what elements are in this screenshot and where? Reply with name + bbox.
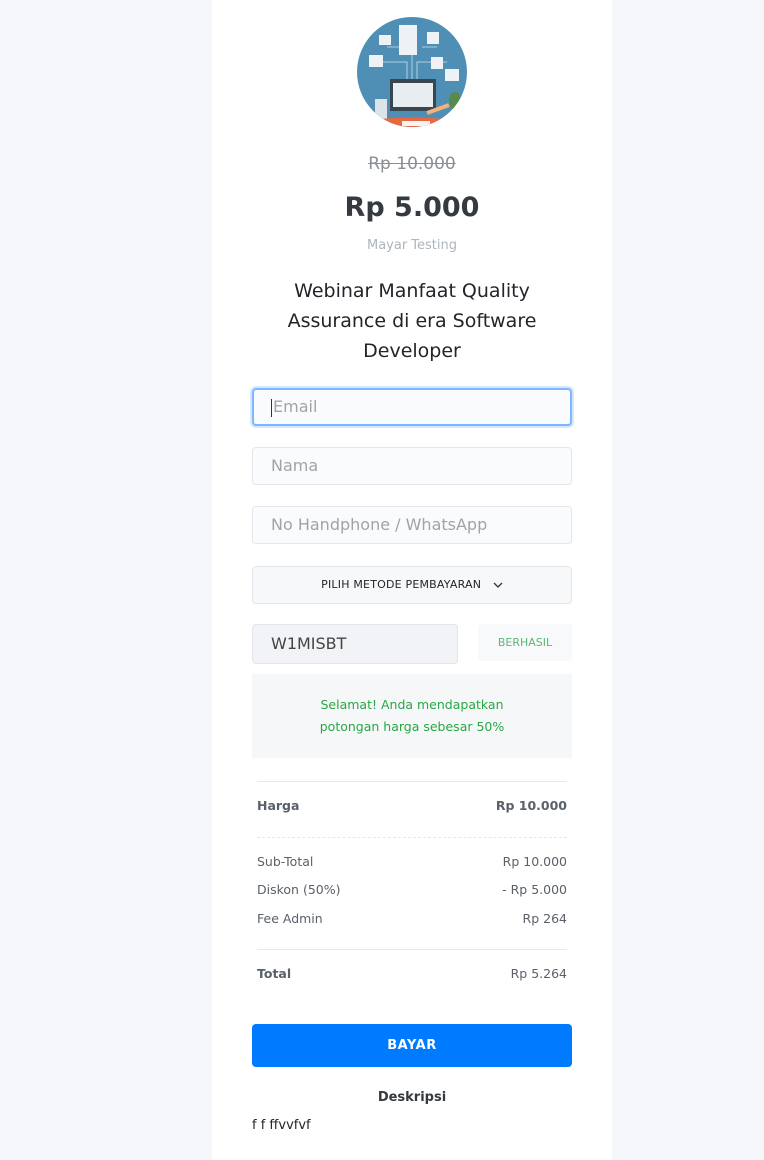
payment-method-select[interactable]: PILIH METODE PEMBAYARAN [252, 566, 572, 604]
description-heading: Deskripsi [377, 1090, 447, 1105]
pay-button[interactable]: BAYAR [252, 1024, 572, 1067]
description-text: f f ffvvfvf [252, 1118, 311, 1133]
text-caret [271, 398, 272, 417]
payment-method-label: PILIH METODE PEMBAYARAN [321, 578, 482, 591]
name-placeholder: Nama [271, 456, 319, 475]
discounted-price: Rp 5.000 [344, 192, 480, 223]
product-image [357, 17, 467, 127]
coupon-status-button[interactable]: BERHASIL [478, 624, 572, 661]
checkout-card: Rp 10.000 Rp 5.000 Mayar Testing Webinar… [212, 0, 612, 1160]
email-placeholder: Email [273, 397, 318, 416]
summary-row-total: Total Rp 5.264 [257, 966, 567, 981]
merchant-name: Mayar Testing [366, 238, 458, 253]
summary-row-subtotal: Sub-Total Rp 10.000 [257, 854, 567, 869]
divider [257, 949, 567, 950]
original-price: Rp 10.000 [368, 154, 456, 174]
summary-row-harga: Harga Rp 10.000 [257, 798, 567, 813]
coupon-input[interactable]: W1MISBT [252, 624, 458, 664]
phone-input[interactable]: No Handphone / WhatsApp [252, 506, 572, 544]
name-input[interactable]: Nama [252, 447, 572, 485]
summary-row-diskon: Diskon (50%) - Rp 5.000 [257, 882, 567, 897]
discount-alert: Selamat! Anda mendapatkan potongan harga… [252, 674, 572, 758]
email-input[interactable]: Email [252, 388, 572, 426]
summary-row-fee: Fee Admin Rp 264 [257, 911, 567, 926]
divider [257, 837, 567, 838]
product-title: Webinar Manfaat Quality Assurance di era… [287, 280, 537, 362]
phone-placeholder: No Handphone / WhatsApp [271, 515, 488, 534]
divider [257, 781, 567, 782]
chevron-down-icon [493, 582, 503, 588]
